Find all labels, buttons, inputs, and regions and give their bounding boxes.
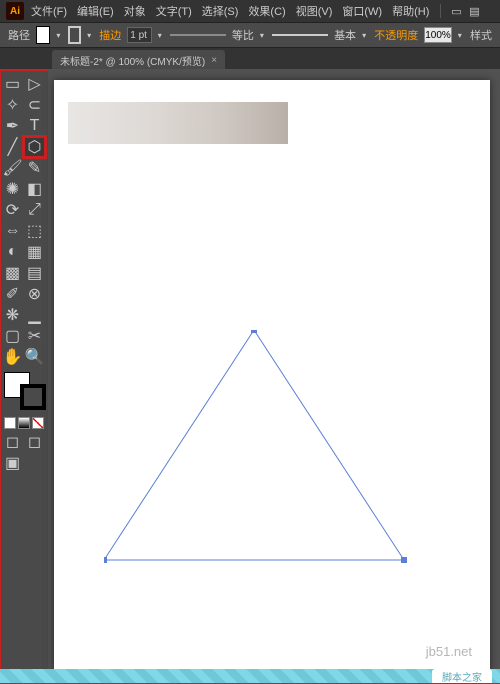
lasso-tool[interactable]: ⊂ (24, 95, 45, 115)
menu-select[interactable]: 选择(S) (199, 1, 242, 21)
style-panel-label[interactable]: 样式 (470, 27, 492, 43)
type-tool[interactable]: T (24, 116, 45, 136)
document-tab-bar: 未标题-2* @ 100% (CMYK/预览) × (0, 48, 500, 70)
stroke-weight-input[interactable]: 1 pt (127, 27, 151, 43)
menu-file[interactable]: 文件(F) (28, 1, 70, 21)
menu-bar: Ai 文件(F) 编辑(E) 对象 文字(T) 选择(S) 效果(C) 视图(V… (0, 0, 500, 22)
menu-help[interactable]: 帮助(H) (389, 1, 432, 21)
menu-effect[interactable]: 效果(C) (245, 1, 288, 21)
eraser-tool[interactable]: ◧ (24, 179, 45, 199)
placeholder-image (68, 102, 288, 144)
stroke-label[interactable]: 描边 (99, 27, 121, 43)
control-bar: 路径 ▾ ▾ 描边 1 pt ▾ 等比 ▾ 基本 ▾ 不透明度 100% ▾ 样… (0, 22, 500, 48)
scale-tool[interactable]: ⤢ (24, 200, 45, 220)
fill-dropdown-icon[interactable]: ▾ (56, 31, 62, 40)
opacity-dropdown-icon[interactable]: ▾ (458, 31, 464, 40)
color-mode-none[interactable] (32, 417, 44, 429)
color-mode-row (2, 415, 46, 431)
opacity-label[interactable]: 不透明度 (374, 27, 418, 43)
close-icon[interactable]: × (211, 55, 217, 66)
rotate-tool[interactable]: ⟳ (2, 200, 23, 220)
brush-label: 基本 (334, 27, 356, 43)
menu-view[interactable]: 视图(V) (293, 1, 336, 21)
brush-def[interactable] (272, 28, 328, 42)
color-mode-gradient[interactable] (18, 417, 30, 429)
zoom-tool[interactable]: 🔍 (24, 347, 45, 367)
direct-selection-tool[interactable]: ▷ (24, 74, 45, 94)
menu-edit[interactable]: 编辑(E) (74, 1, 117, 21)
draw-mode-behind[interactable]: ◻ (24, 432, 45, 452)
stroke-color-icon[interactable] (20, 384, 46, 410)
eyedropper-tool[interactable]: ✐ (2, 284, 23, 304)
shape-tool[interactable]: ⬡ (24, 137, 45, 157)
menu-type[interactable]: 文字(T) (153, 1, 195, 21)
width-tool[interactable]: ⇔ (2, 221, 23, 241)
slice-tool[interactable]: ✂ (24, 326, 45, 346)
stroke-dropdown-icon[interactable]: ▾ (87, 31, 93, 40)
brush-dropdown-icon[interactable]: ▾ (362, 31, 368, 40)
profile-dropdown-icon[interactable]: ▾ (260, 31, 266, 40)
app-logo-icon: Ai (6, 2, 24, 20)
magic-wand-tool[interactable]: ✧ (2, 95, 23, 115)
menu-object[interactable]: 对象 (121, 1, 149, 21)
blob-brush-tool[interactable]: ✺ (2, 179, 23, 199)
graph-tool[interactable]: ▁ (24, 305, 45, 325)
artboard-tool[interactable]: ▢ (2, 326, 23, 346)
toolbox: ▭▷ ✧⊂ ✒T ╱⬡ 🖌✎ ✺◧ ⟳⤢ ⇔⬚ ◐▦ ▩▤ ✐⊗ ❋▁ ▢✂ ✋… (0, 70, 48, 683)
free-transform-tool[interactable]: ⬚ (24, 221, 45, 241)
document-tab-title: 未标题-2* @ 100% (CMYK/预览) (60, 53, 205, 68)
footer-decoration (0, 669, 500, 683)
hand-tool[interactable]: ✋ (2, 347, 23, 367)
fill-swatch[interactable] (36, 26, 50, 44)
triangle-shape[interactable] (104, 330, 404, 560)
fill-stroke-control[interactable] (4, 372, 46, 410)
footer-label: 脚本之家 (432, 669, 492, 683)
line-segment-tool[interactable]: ╱ (2, 137, 23, 157)
selection-tool[interactable]: ▭ (2, 74, 23, 94)
menu-separator (440, 4, 441, 18)
profile-label: 等比 (232, 27, 254, 43)
document-tab[interactable]: 未标题-2* @ 100% (CMYK/预览) × (52, 50, 225, 70)
perspective-tool[interactable]: ▦ (24, 242, 45, 262)
blend-tool[interactable]: ⊗ (24, 284, 45, 304)
watermark-url: jb51.net (426, 644, 472, 659)
menu-window[interactable]: 窗口(W) (339, 1, 385, 21)
paintbrush-tool[interactable]: 🖌 (2, 158, 23, 178)
shape-builder-tool[interactable]: ◐ (2, 242, 23, 262)
mesh-tool[interactable]: ▩ (2, 263, 23, 283)
gradient-tool[interactable]: ▤ (24, 263, 45, 283)
canvas-area[interactable]: jb51.net (48, 70, 500, 683)
anchor-point-left[interactable] (104, 557, 107, 563)
screen-mode-button[interactable]: ▣ (2, 453, 23, 473)
draw-mode-normal[interactable]: ◻ (2, 432, 23, 452)
triangle-path[interactable] (104, 330, 414, 570)
width-profile[interactable] (170, 28, 226, 42)
stroke-weight-dropdown-icon[interactable]: ▾ (158, 31, 164, 40)
object-type-label: 路径 (8, 27, 30, 43)
layout-icon[interactable]: ▭ (449, 4, 463, 18)
anchor-point-top[interactable] (251, 330, 257, 333)
artboard[interactable]: jb51.net (54, 80, 490, 673)
main-workspace: ▭▷ ✧⊂ ✒T ╱⬡ 🖌✎ ✺◧ ⟳⤢ ⇔⬚ ◐▦ ▩▤ ✐⊗ ❋▁ ▢✂ ✋… (0, 70, 500, 683)
anchor-point-right[interactable] (401, 557, 407, 563)
arrange-icon[interactable]: ▤ (467, 4, 481, 18)
opacity-input[interactable]: 100% (424, 27, 452, 43)
symbol-sprayer-tool[interactable]: ❋ (2, 305, 23, 325)
pen-tool[interactable]: ✒ (2, 116, 23, 136)
pencil-tool[interactable]: ✎ (24, 158, 45, 178)
color-mode-solid[interactable] (4, 417, 16, 429)
stroke-swatch[interactable] (68, 26, 81, 44)
